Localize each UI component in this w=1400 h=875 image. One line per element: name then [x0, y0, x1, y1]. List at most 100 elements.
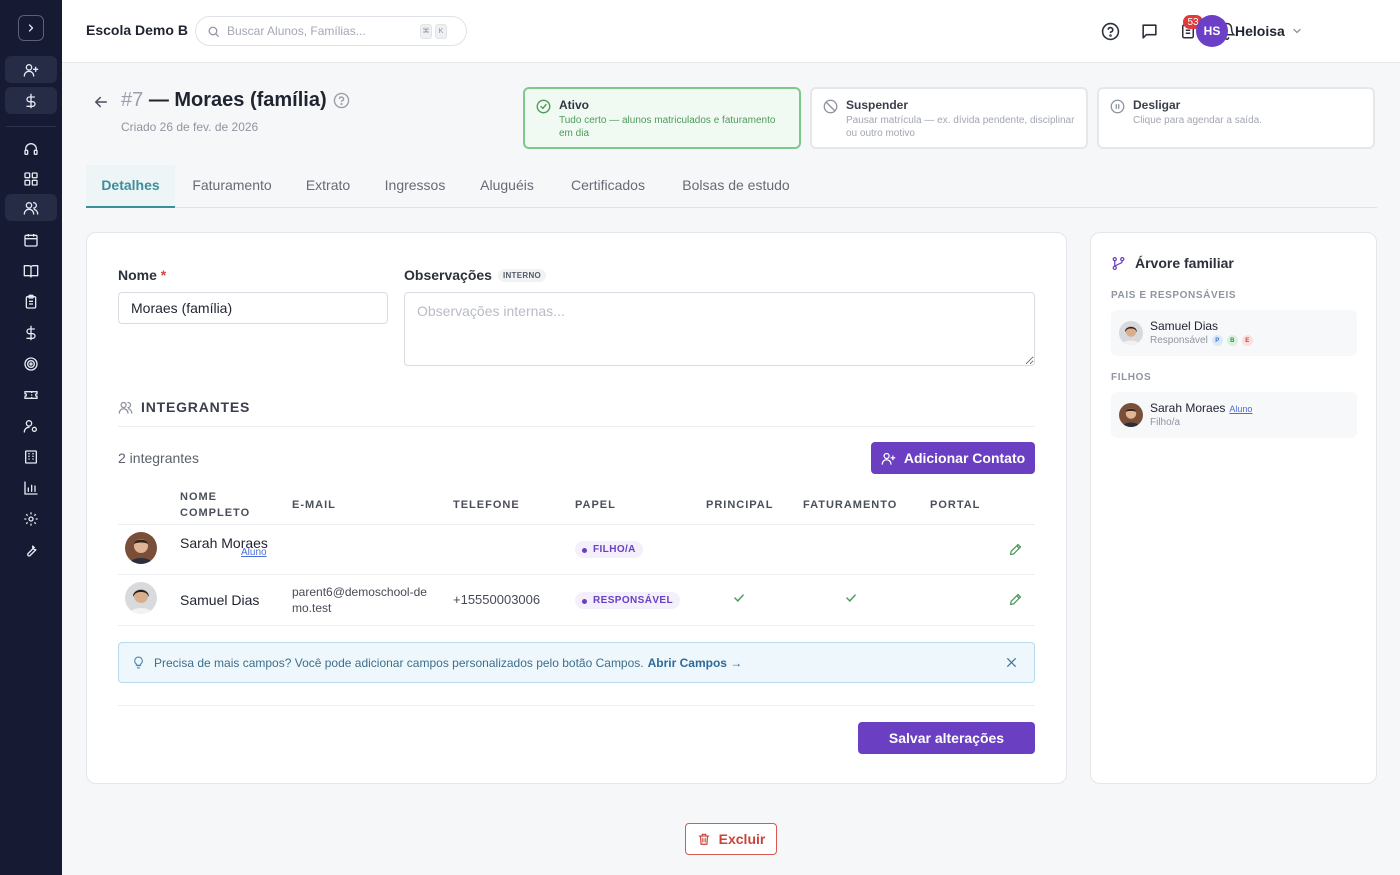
user-name[interactable]: Heloisa [1235, 23, 1285, 39]
badge-principal: P [1211, 335, 1223, 346]
members-section-title: INTEGRANTES [141, 399, 251, 415]
footer-divider [118, 705, 1035, 706]
col-full-name: NOME COMPLETO [180, 491, 251, 519]
sidebar-item-goals[interactable] [5, 350, 57, 377]
sidebar-item-support[interactable] [5, 135, 57, 162]
global-search[interactable]: ⌘ K [195, 16, 467, 46]
member-avatar [125, 532, 157, 564]
user-plus-icon [881, 452, 896, 465]
required-mark: * [160, 267, 167, 283]
add-contact-button[interactable]: Adicionar Contato [871, 442, 1035, 474]
sidebar-item-finance[interactable] [5, 319, 57, 346]
building-icon [25, 449, 37, 464]
status-card-offboard[interactable]: Desligar Clique para agendar a saída. [1097, 87, 1375, 149]
search-input[interactable] [227, 24, 417, 38]
edit-icon[interactable] [1008, 542, 1023, 557]
check-icon [734, 594, 744, 602]
member-name[interactable]: Samuel Dias [180, 592, 259, 608]
tab-tickets[interactable]: Ingressos [376, 165, 454, 208]
col-role: PAPEL [575, 499, 616, 511]
close-icon[interactable] [1005, 656, 1018, 669]
status-title: Ativo [559, 98, 589, 112]
sidebar-item-calendar[interactable] [5, 226, 57, 253]
sidebar-item-attendance[interactable] [5, 288, 57, 315]
save-button[interactable]: Salvar alterações [858, 722, 1035, 754]
col-email: E-MAIL [292, 499, 336, 511]
help-circle-icon[interactable] [333, 92, 350, 109]
gear-icon [24, 511, 38, 526]
tree-child-item[interactable]: Sarah Moraes Aluno Filho/a [1111, 392, 1357, 438]
notes-label: Observações INTERNO [404, 267, 547, 283]
status-card-active[interactable]: Ativo Tudo certo — alunos matriculados e… [523, 87, 801, 149]
member-phone: +15550003006 [453, 592, 541, 607]
delete-button[interactable]: Excluir [685, 823, 777, 855]
created-date: Criado 26 de fev. de 2026 [121, 120, 259, 134]
trash-icon [698, 833, 709, 845]
child-tag[interactable]: Aluno [1229, 404, 1252, 414]
check-circle-icon [536, 99, 551, 114]
dollar-icon [26, 93, 36, 108]
sidebar-item-reports[interactable] [5, 474, 57, 501]
tab-rentals[interactable]: Aluguéis [472, 165, 542, 208]
tab-statement[interactable]: Extrato [297, 165, 359, 208]
user-plus-icon [23, 63, 39, 77]
sidebar-item-settings[interactable] [5, 505, 57, 532]
tree-parent-item[interactable]: Samuel Dias Responsável P B E [1111, 310, 1357, 356]
role-badge: RESPONSÁVEL [575, 592, 680, 609]
sidebar-item-dashboard[interactable] [5, 165, 57, 192]
open-fields-link[interactable]: Abrir Campos → [648, 656, 743, 670]
col-principal: PRINCIPAL [706, 499, 774, 511]
sidebar-item-tools[interactable] [5, 536, 57, 563]
bar-chart-icon [24, 480, 38, 495]
sidebar-item-courses[interactable] [5, 257, 57, 284]
school-name: Escola Demo B [86, 22, 188, 38]
calendar-icon [24, 233, 38, 247]
page-title: #7 — Moraes (família) [121, 89, 327, 112]
parents-section-label: PAIS E RESPONSÁVEIS [1111, 290, 1237, 301]
ban-icon [823, 99, 838, 114]
tab-details[interactable]: Detalhes [86, 165, 175, 208]
tab-certificates[interactable]: Certificados [561, 165, 655, 208]
col-billing: FATURAMENTO [803, 499, 898, 511]
edit-icon[interactable] [1008, 592, 1023, 607]
children-section-label: FILHOS [1111, 372, 1152, 383]
help-button[interactable] [1099, 20, 1121, 42]
tab-billing[interactable]: Faturamento [181, 165, 283, 208]
role-badge: FILHO/A [575, 541, 643, 558]
shortcut-key-k: K [435, 23, 447, 39]
member-tag-text: Aluno [241, 547, 267, 558]
member-tag[interactable]: Aluno [235, 542, 267, 558]
tab-scholarships[interactable]: Bolsas de estudo [674, 165, 798, 208]
chevron-down-icon[interactable] [1291, 25, 1303, 37]
sidebar-expand-button[interactable] [18, 15, 44, 41]
status-description: Tudo certo — alunos matriculados e fatur… [559, 115, 776, 139]
status-description: Clique para agendar a saída. [1133, 115, 1262, 126]
sidebar-item-add-user[interactable] [5, 56, 57, 83]
members-section-header: INTEGRANTES [118, 399, 250, 415]
sidebar-item-buildings[interactable] [5, 443, 57, 470]
name-input[interactable] [118, 292, 388, 324]
status-title: Suspender [846, 98, 909, 112]
sidebar-item-staff[interactable] [5, 412, 57, 439]
badge-billing: B [1226, 335, 1238, 346]
user-cog-icon [23, 419, 37, 433]
save-button-label: Salvar alterações [888, 730, 1005, 746]
table-row-divider [118, 625, 1035, 626]
tab-bar: Detalhes Faturamento Extrato Ingressos A… [86, 165, 1377, 208]
messages-button[interactable] [1138, 20, 1160, 42]
child-name: Sarah Moraes Aluno [1150, 401, 1252, 415]
delete-button-label: Excluir [718, 831, 766, 847]
user-avatar[interactable]: HS [1196, 15, 1228, 47]
status-card-suspend[interactable]: Suspender Pausar matrícula — ex. dívida … [810, 87, 1088, 149]
notes-textarea[interactable] [404, 292, 1035, 366]
section-divider [118, 426, 1035, 427]
status-description: Pausar matrícula — ex. dívida pendente, … [846, 115, 1075, 139]
sidebar-item-families[interactable] [5, 194, 57, 221]
sidebar-item-tickets[interactable] [5, 381, 57, 408]
sidebar-item-finance-quick[interactable] [5, 87, 57, 114]
internal-tag: INTERNO [497, 269, 547, 282]
sidebar-divider [6, 126, 56, 127]
family-tree-header: Árvore familiar [1111, 255, 1234, 271]
back-arrow-icon[interactable] [92, 93, 110, 111]
col-portal: PORTAL [930, 499, 981, 511]
